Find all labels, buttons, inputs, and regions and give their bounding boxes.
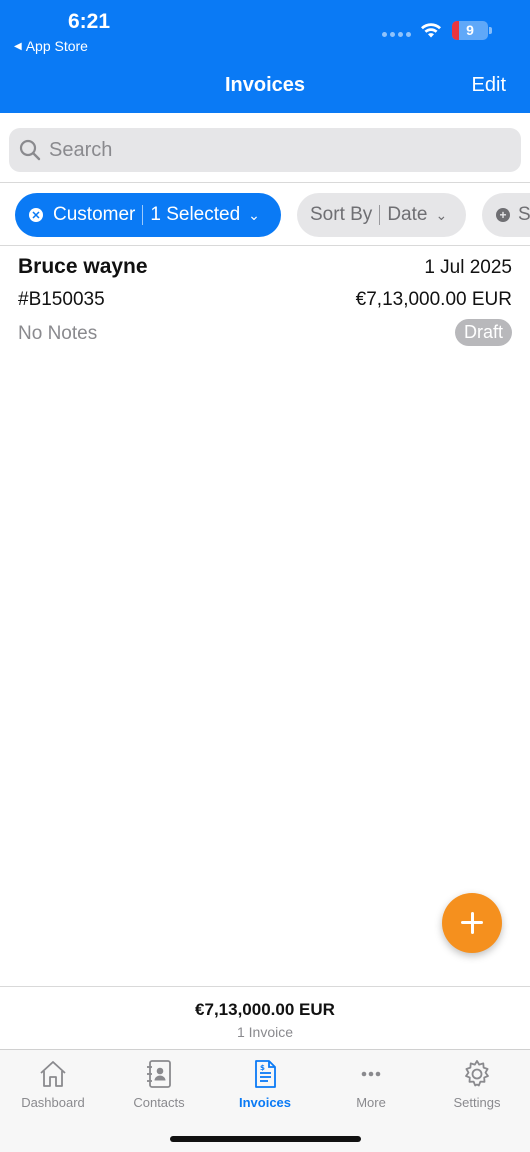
tab-label: Settings [453, 1095, 501, 1110]
tab-label: More [356, 1095, 386, 1110]
tab-contacts[interactable]: Contacts [106, 1058, 212, 1110]
page-title: Invoices [224, 74, 306, 96]
invoice-date: 1 Jul 2025 [424, 257, 512, 278]
chip-divider [142, 205, 144, 225]
sort-label: Sort By [310, 204, 373, 225]
search-input[interactable]: Search [9, 128, 521, 172]
add-invoice-button[interactable] [442, 893, 502, 953]
search-icon [19, 139, 41, 161]
chevron-down-icon: ⌄ [248, 206, 260, 223]
contacts-book-icon [147, 1060, 171, 1088]
search-placeholder: Search [49, 138, 113, 161]
sort-value: Date [387, 204, 428, 225]
back-to-app-link[interactable]: ◀ App Store [14, 38, 88, 54]
nav-header: 6:21 ◀ App Store 9 Invoices Edit [0, 0, 530, 113]
home-indicator [170, 1136, 361, 1142]
add-filter-chip[interactable]: + S [482, 193, 530, 237]
plus-circle-icon: + [496, 208, 510, 222]
invoices-summary: €7,13,000.00 EUR 1 Invoice [0, 986, 530, 1049]
customer-filter-chip[interactable]: ✕ Customer 1 Selected ⌄ [15, 193, 281, 237]
svg-text:$: $ [260, 1064, 265, 1072]
tab-label: Contacts [133, 1095, 185, 1110]
invoice-document-icon: $ [255, 1060, 276, 1088]
battery-level: 9 [466, 22, 474, 38]
invoice-customer-name: Bruce wayne [18, 255, 148, 278]
back-triangle-icon: ◀ [14, 40, 22, 52]
chevron-down-icon: ⌄ [435, 206, 448, 223]
tab-label: Dashboard [21, 1095, 85, 1110]
tab-dashboard[interactable]: Dashboard [0, 1058, 106, 1110]
back-app-label: App Store [25, 38, 88, 54]
search-bar-container: Search [0, 113, 530, 183]
summary-total: €7,13,000.00 EUR [195, 1000, 335, 1019]
tab-settings[interactable]: Settings [424, 1058, 530, 1110]
tab-more[interactable]: More [318, 1058, 424, 1110]
tab-invoices[interactable]: $ Invoices [212, 1058, 318, 1110]
invoices-screen: 6:21 ◀ App Store 9 Invoices Edit Search [0, 0, 530, 1152]
edit-button[interactable]: Edit [472, 74, 506, 97]
customer-filter-value: 1 Selected [150, 204, 241, 225]
clear-filter-icon[interactable]: ✕ [29, 208, 43, 222]
chip-divider [379, 205, 381, 225]
sort-by-chip[interactable]: Sort By Date ⌄ [297, 193, 466, 237]
customer-filter-label: Customer [53, 204, 136, 225]
status-time: 6:21 [68, 10, 111, 33]
invoice-amount: €7,13,000.00 EUR [355, 289, 512, 310]
add-filter-label: S [518, 204, 530, 225]
tab-label: Invoices [238, 1095, 292, 1110]
gear-icon [465, 1060, 489, 1087]
invoice-row[interactable]: Bruce wayne 1 Jul 2025 #B150035 €7,13,00… [0, 247, 530, 357]
summary-count: 1 Invoice [236, 1024, 294, 1040]
more-dots-icon [361, 1071, 381, 1077]
wifi-icon [421, 23, 441, 38]
invoice-notes: No Notes [18, 323, 98, 344]
signal-dots-icon [382, 32, 411, 37]
invoice-number: #B150035 [18, 289, 105, 310]
battery-icon: 9 [452, 21, 492, 40]
filter-chips-bar: ✕ Customer 1 Selected ⌄ Sort By Date ⌄ +… [0, 184, 530, 246]
home-icon [40, 1061, 66, 1087]
status-badge: Draft [454, 319, 512, 346]
